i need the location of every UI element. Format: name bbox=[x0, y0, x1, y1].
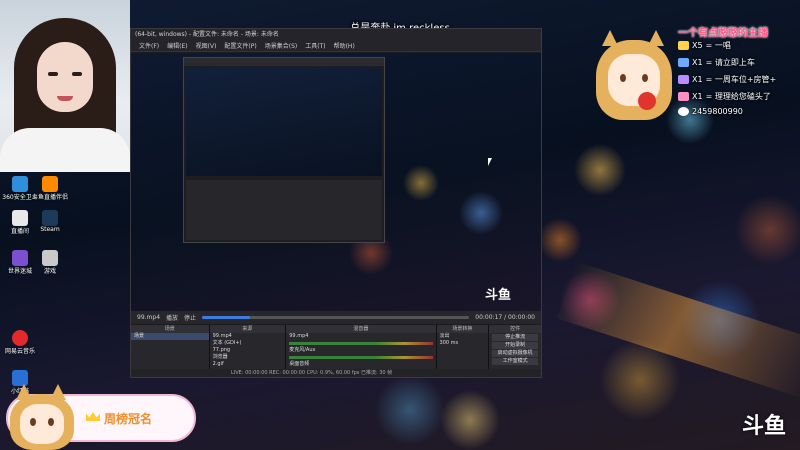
desktop-icon-2[interactable]: 斗鱼直播伴侣 bbox=[30, 176, 70, 201]
virtual-camera-button[interactable]: 启动虚拟摄像机 bbox=[492, 350, 539, 357]
menu-tools[interactable]: 工具(T) bbox=[305, 41, 325, 51]
source-item[interactable]: 浏览器 bbox=[210, 354, 286, 361]
source-item[interactable]: 文本 (GDI+) bbox=[210, 340, 286, 347]
media-file-name: 99.mp4 bbox=[137, 314, 161, 321]
scene-item[interactable]: 场景 bbox=[131, 333, 209, 340]
source-item[interactable]: 77.png bbox=[210, 347, 286, 354]
douyu-logo: 斗鱼 bbox=[741, 413, 786, 438]
gift-row: X1 = 一周车位+房管+ bbox=[678, 74, 776, 85]
source-item[interactable]: 99.mp4 bbox=[210, 333, 286, 340]
menu-view[interactable]: 视图(V) bbox=[196, 41, 217, 51]
steam-icon[interactable]: Steam bbox=[30, 210, 70, 233]
obs-titlebar: (64-bit, windows) - 配置文件: 未命名 - 场景: 未命名 bbox=[131, 29, 541, 41]
crown-icon bbox=[86, 412, 100, 421]
media-controls: 99.mp4 播放 停止 00:00:17 / 00:00:00 bbox=[131, 311, 541, 324]
qq-icon bbox=[678, 107, 689, 116]
mixer-channel: 麦克风/Aux bbox=[289, 347, 316, 353]
stop-streaming-button[interactable]: 停止推流 bbox=[492, 334, 539, 341]
gift-icon bbox=[678, 41, 689, 50]
start-recording-button[interactable]: 开始录制 bbox=[492, 342, 539, 349]
play-button[interactable]: 播放 bbox=[166, 313, 178, 322]
gift-row: X5 = 一唱 bbox=[678, 40, 731, 51]
menu-profile[interactable]: 配置文件(P) bbox=[224, 41, 256, 51]
obs-statusbar: LIVE: 00:00:00 REC: 00:00:00 CPU: 0.9%, … bbox=[131, 369, 541, 377]
gift-row: X1 = 理理给您磕头了 bbox=[678, 91, 771, 102]
netease-music-icon[interactable]: 网易云音乐 bbox=[0, 330, 40, 355]
media-seek-bar[interactable] bbox=[202, 316, 470, 319]
obs-window[interactable]: (64-bit, windows) - 配置文件: 未命名 - 场景: 未命名 … bbox=[130, 28, 542, 378]
mouse-cursor-icon bbox=[488, 158, 492, 166]
transition-select[interactable]: 淡出 bbox=[437, 333, 489, 340]
obs-menubar: 文件(F) 编辑(E) 视图(V) 配置文件(P) 场景集合(S) 工具(T) … bbox=[131, 41, 541, 52]
media-time: 00:00:17 / 00:00:00 bbox=[475, 314, 535, 321]
obs-preview[interactable]: 斗鱼 bbox=[131, 53, 541, 311]
nested-preview bbox=[183, 57, 385, 243]
overlay-title: 一个有点憨憨的主播 bbox=[678, 28, 768, 39]
qq-number: 2459800990 bbox=[678, 107, 743, 116]
mixer-channel: 桌面音频 bbox=[289, 361, 310, 367]
preview-logo: 斗鱼 bbox=[484, 287, 511, 302]
studio-mode-button[interactable]: 工作室模式 bbox=[492, 358, 539, 365]
gift-icon bbox=[678, 92, 689, 101]
menu-scene-collection[interactable]: 场景集合(S) bbox=[265, 41, 298, 51]
stop-button[interactable]: 停止 bbox=[184, 313, 196, 322]
gift-icon bbox=[678, 58, 689, 67]
apple-icon bbox=[638, 92, 656, 110]
menu-help[interactable]: 帮助(H) bbox=[334, 41, 355, 51]
source-item[interactable]: 2.gif bbox=[210, 361, 286, 368]
transition-duration[interactable]: 300 ms bbox=[437, 340, 489, 347]
desktop-icon-6[interactable]: 游戏 bbox=[30, 250, 70, 275]
gift-icon bbox=[678, 75, 689, 84]
volume-meter[interactable] bbox=[289, 356, 433, 359]
banner-text: 周榜冠名 bbox=[104, 412, 153, 426]
menu-edit[interactable]: 编辑(E) bbox=[167, 41, 187, 51]
mixer-channel: 99.mp4 bbox=[289, 333, 309, 339]
gift-row: X1 = 请立即上车 bbox=[678, 57, 755, 68]
menu-file[interactable]: 文件(F) bbox=[139, 41, 159, 51]
volume-meter[interactable] bbox=[289, 342, 433, 345]
webcam-feed bbox=[0, 0, 130, 172]
